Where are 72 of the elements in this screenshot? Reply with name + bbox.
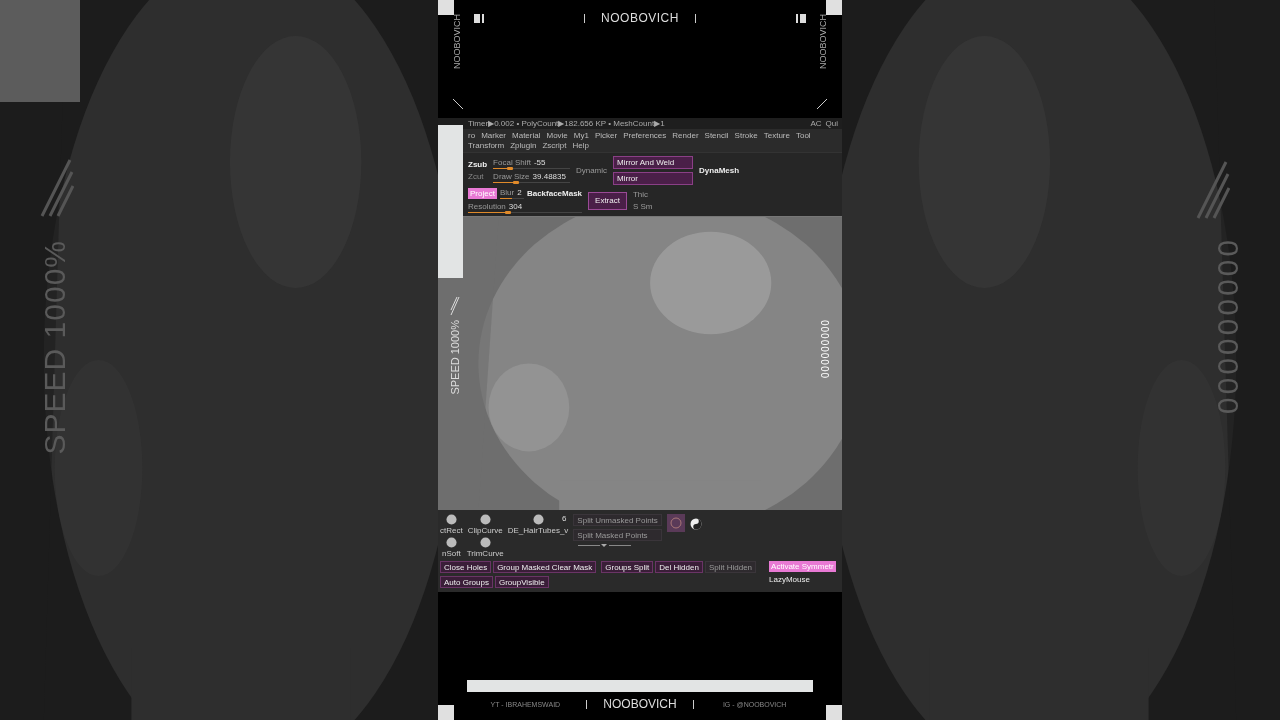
tool-button[interactable]: Mirror xyxy=(613,172,694,185)
option-label: Thic xyxy=(632,190,650,199)
mode-toggle[interactable]: Zcut xyxy=(468,172,488,181)
option-label[interactable]: LazyMouse xyxy=(769,575,836,584)
tool-button[interactable]: Del Hidden xyxy=(655,561,703,573)
status-text: Timer▶0.002 • PolyCount▶182.656 KP • MeshCount▶1 xyxy=(468,119,665,128)
channel-label: NOOBOVICH xyxy=(818,14,828,69)
counter-label: 000000000 xyxy=(819,320,830,380)
marker-icon xyxy=(474,14,484,23)
mode-toggle[interactable]: Zsub xyxy=(468,160,488,169)
separator-mark xyxy=(694,13,696,23)
brush-label[interactable]: ctRect xyxy=(440,526,463,535)
menu-item[interactable]: Transform xyxy=(468,141,505,150)
extract-button[interactable]: Extract xyxy=(588,191,627,210)
slider[interactable]: Blur 2 xyxy=(499,188,524,199)
count-label: 6 xyxy=(561,514,567,523)
brush-label[interactable]: ClipCurve xyxy=(467,526,503,535)
option-label: S Sm xyxy=(632,202,653,211)
option-label[interactable]: BackfaceMask xyxy=(526,189,583,198)
status-text: AC xyxy=(810,119,822,128)
stripes-icon xyxy=(450,296,460,316)
corner-mark xyxy=(826,705,842,720)
slider[interactable]: Draw Size 39.48835 xyxy=(493,172,570,183)
menu-item[interactable]: Stroke xyxy=(734,131,758,140)
brush-icon[interactable] xyxy=(479,537,491,548)
option-label[interactable]: DynaMesh xyxy=(699,166,740,175)
brush-label[interactable]: nSoft xyxy=(442,549,461,558)
circle-icon xyxy=(669,517,682,529)
speed-label: SPEED 1000% xyxy=(449,320,461,395)
channel-title: NOOBOVICH xyxy=(601,11,679,25)
tool-button[interactable]: Close Holes xyxy=(440,561,492,573)
tool-button[interactable]: Group Masked Clear Mask xyxy=(493,561,597,573)
separator-mark xyxy=(584,13,586,23)
menu-item[interactable]: Zscript xyxy=(542,141,567,150)
separator-mark xyxy=(586,699,588,709)
menu-item[interactable]: Marker xyxy=(481,131,506,140)
option-label: Dynamic xyxy=(575,166,608,175)
menu-item[interactable]: Stencil xyxy=(704,131,729,140)
tool-button[interactable]: GroupVisible xyxy=(494,576,549,588)
corner-icon xyxy=(452,98,464,110)
status-text: Qui xyxy=(825,119,838,128)
brush-label[interactable]: TrimCurve xyxy=(466,549,504,558)
menu-item[interactable]: Zplugin xyxy=(510,141,537,150)
corner-mark xyxy=(826,0,842,15)
menu-item[interactable]: Texture xyxy=(763,131,790,140)
brush-icon[interactable] xyxy=(532,514,544,525)
tool-button[interactable]: Groups Split xyxy=(601,561,654,573)
brush-icon[interactable] xyxy=(479,514,491,525)
menu-item[interactable]: Movie xyxy=(546,131,568,140)
menu-item[interactable]: My1 xyxy=(573,131,589,140)
channel-label: NOOBOVICH xyxy=(452,14,462,69)
tool-button[interactable]: Auto Groups xyxy=(440,576,493,588)
marker-icon xyxy=(796,14,806,23)
brush-label[interactable]: DE_HairTubes_v xyxy=(507,526,569,535)
menu-item[interactable]: Preferences xyxy=(623,131,667,140)
menu-item[interactable]: Render xyxy=(672,131,699,140)
corner-mark xyxy=(438,705,454,720)
slider[interactable]: Focal Shift -55 xyxy=(493,158,570,169)
menu-item[interactable]: Picker xyxy=(594,131,618,140)
menu-item[interactable]: ro xyxy=(468,131,476,140)
brush-icon[interactable] xyxy=(445,537,457,548)
slider[interactable]: Resolution 304 xyxy=(468,202,583,213)
brush-icon[interactable] xyxy=(445,514,457,525)
menu-item[interactable]: Help xyxy=(572,141,589,150)
channel-title: NOOBOVICH xyxy=(603,697,677,711)
menu-item[interactable]: Material xyxy=(512,131,541,140)
menu-item[interactable]: Tool xyxy=(795,131,811,140)
corner-mark xyxy=(438,0,454,15)
separator-mark xyxy=(692,699,694,709)
tool-button[interactable]: Mirror And Weld xyxy=(613,156,694,169)
corner-icon xyxy=(816,98,828,110)
yin-yang-icon[interactable] xyxy=(689,518,702,530)
